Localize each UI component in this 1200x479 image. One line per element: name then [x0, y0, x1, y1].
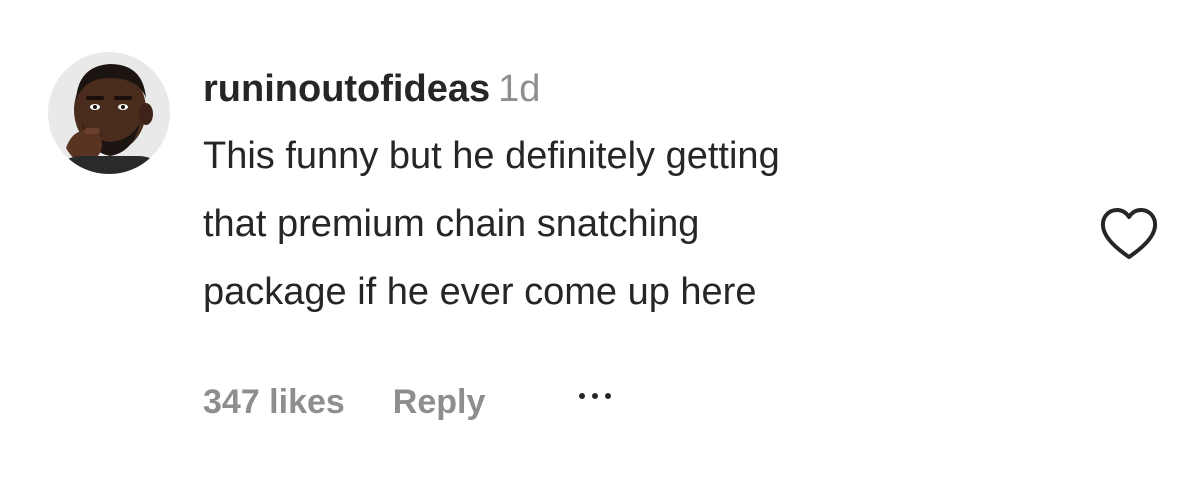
like-button[interactable] [1098, 206, 1160, 262]
username-link[interactable]: runinoutofideas [203, 68, 490, 110]
comment-text-line: package if he ever come up here [203, 271, 757, 313]
more-options-button[interactable] [575, 385, 615, 407]
avatar[interactable] [48, 52, 170, 174]
ellipsis-icon [605, 393, 612, 399]
reply-button[interactable]: Reply [393, 383, 486, 422]
comment-text-line: that premium chain snatching [203, 203, 700, 245]
comment-text-line: This funny but he definitely getting [203, 135, 780, 177]
comment-body: runinoutofideas 1d This funny but he defi… [203, 60, 1083, 326]
timestamp[interactable]: 1d [498, 68, 540, 110]
ellipsis-icon [592, 393, 599, 399]
likes-count-button[interactable]: 347 likes [203, 383, 345, 422]
ellipsis-icon [579, 393, 586, 399]
comment-header: runinoutofideas 1d [203, 60, 1083, 118]
comment-item: runinoutofideas 1d This funny but he defi… [0, 0, 1200, 479]
comment-actions: 347 likes Reply [203, 372, 615, 432]
comment-text: This funny but he definitely getting tha… [203, 122, 1083, 326]
user-avatar-icon [54, 64, 164, 174]
heart-outline-icon [1100, 208, 1158, 259]
